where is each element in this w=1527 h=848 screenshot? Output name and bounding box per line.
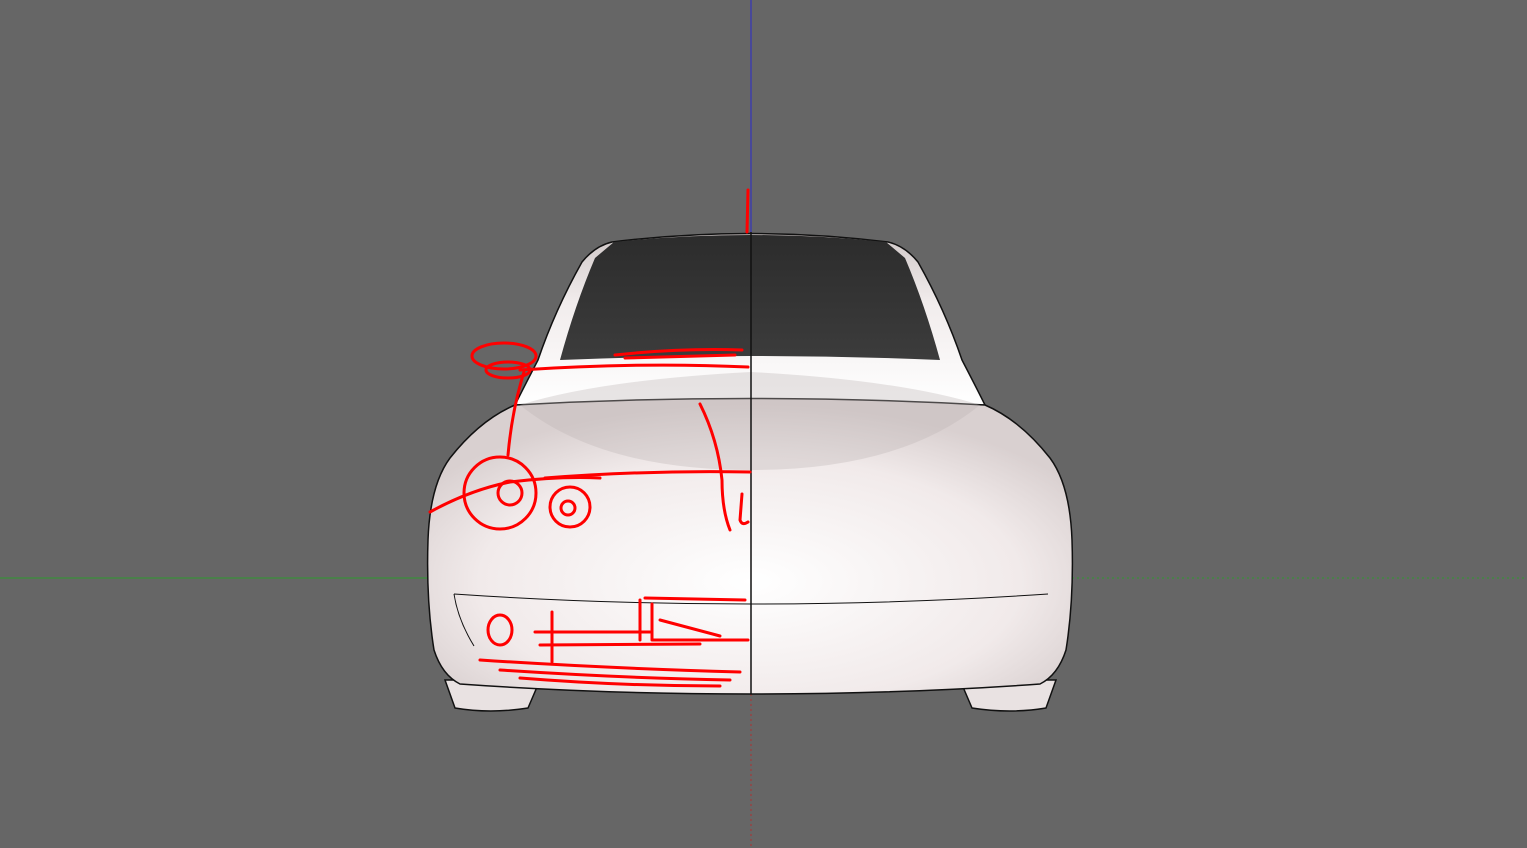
viewport-canvas[interactable] <box>0 0 1527 848</box>
sketch-lower-line-2 <box>538 642 702 647</box>
windshield <box>560 235 940 360</box>
3d-viewport[interactable] <box>0 0 1527 848</box>
sketch-top-bumper <box>643 596 747 602</box>
sketch-top-tick <box>745 188 750 234</box>
